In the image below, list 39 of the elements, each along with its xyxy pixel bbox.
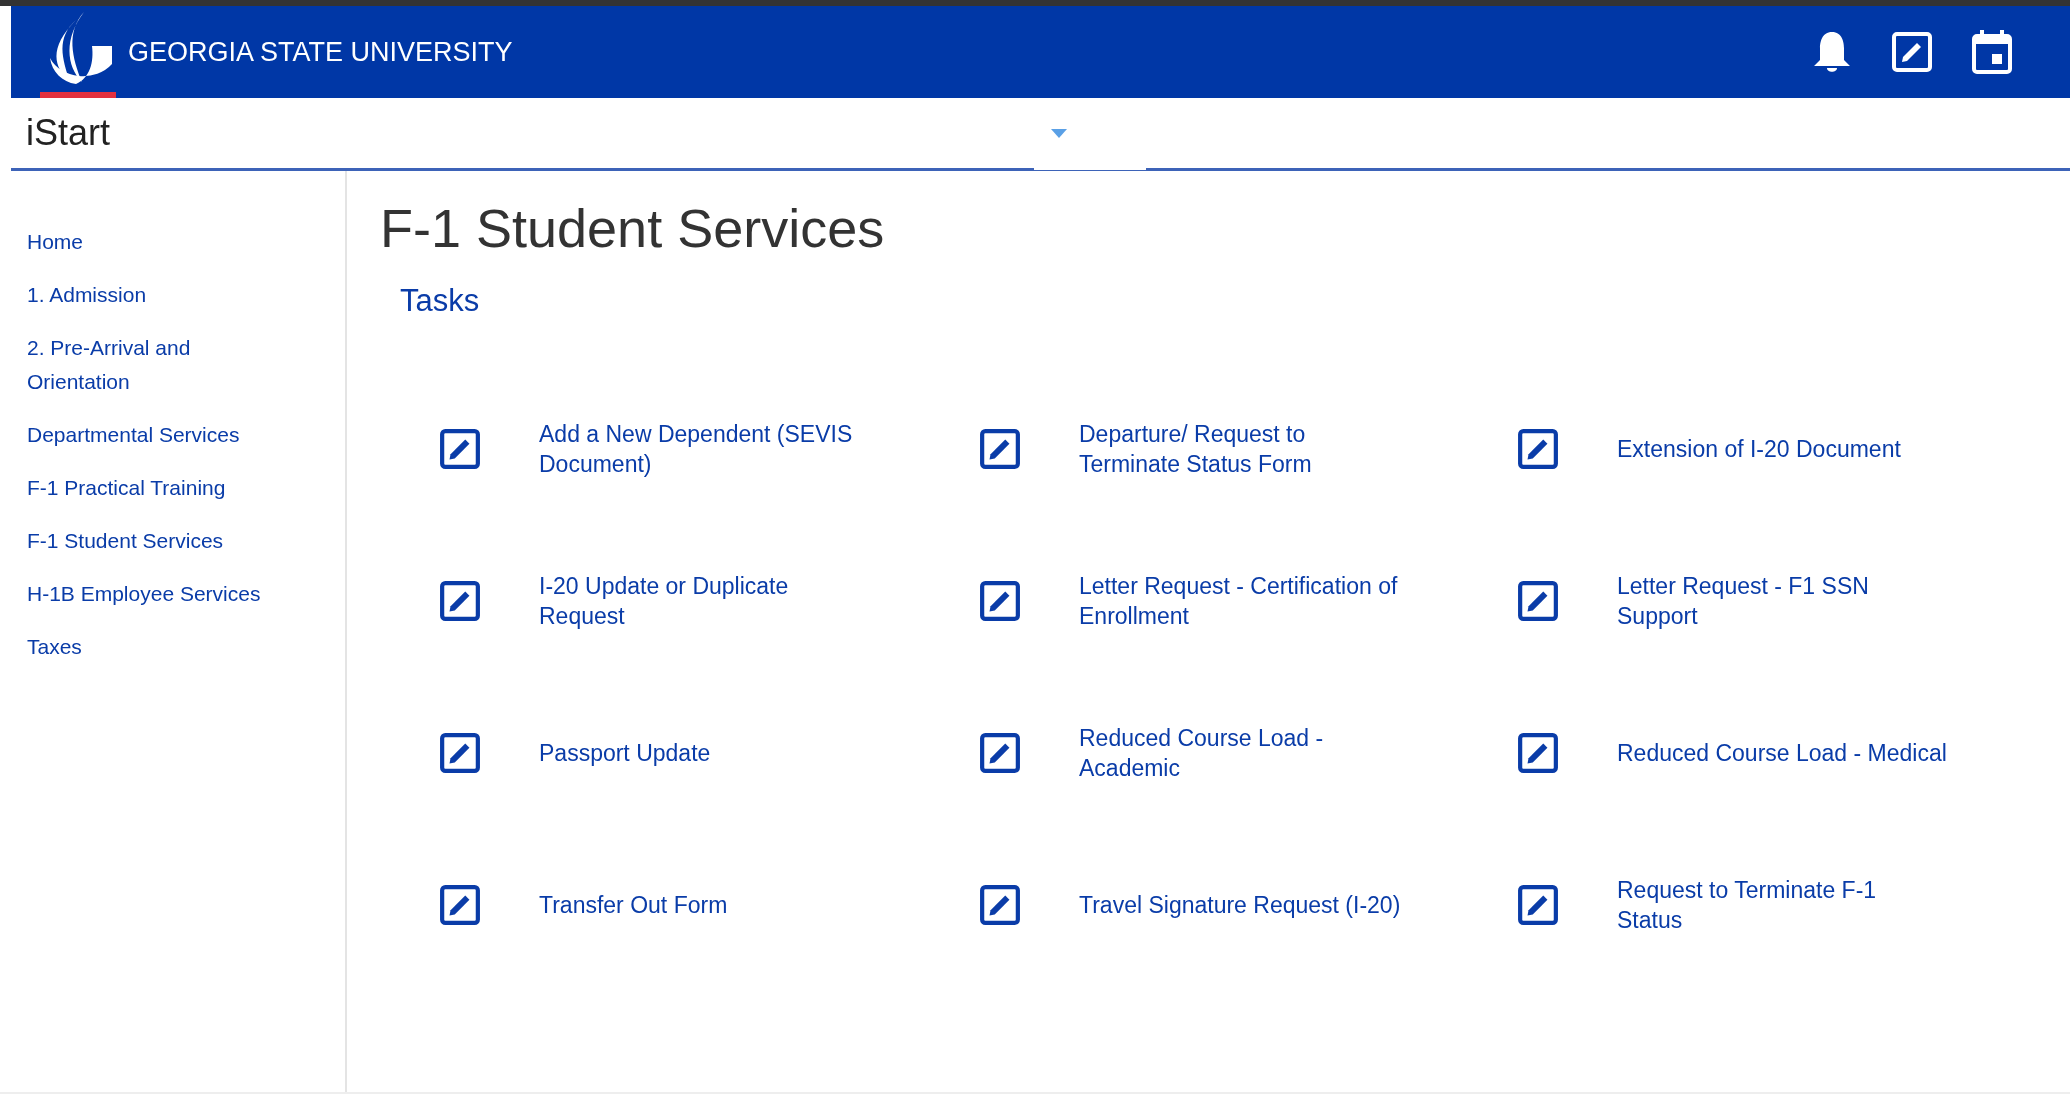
university-name[interactable]: GEORGIA STATE UNIVERSITY: [128, 36, 513, 68]
edit-icon[interactable]: [1517, 732, 1559, 774]
task-link[interactable]: Transfer Out Form: [539, 890, 869, 920]
task-link[interactable]: Letter Request - Certification of Enrollment: [1079, 571, 1409, 631]
sidebar-link[interactable]: 1. Admission: [27, 278, 287, 312]
edit-icon[interactable]: [439, 428, 481, 470]
task-link[interactable]: Reduced Course Load - Medical: [1617, 738, 1947, 768]
edit-icon[interactable]: [439, 884, 481, 926]
sidebar-link[interactable]: F-1 Practical Training: [27, 471, 287, 505]
task-link[interactable]: I-20 Update or Duplicate Request: [539, 571, 869, 631]
sidebar-link[interactable]: Taxes: [27, 630, 287, 664]
sidebar-link[interactable]: F-1 Student Services: [27, 524, 287, 558]
edit-icon[interactable]: [979, 428, 1021, 470]
section-heading: Tasks: [400, 283, 481, 319]
caret-icon: [1051, 128, 1067, 138]
edit-icon[interactable]: [979, 732, 1021, 774]
edit-icon[interactable]: [439, 580, 481, 622]
sidebar-link[interactable]: 2. Pre-Arrival and Orientation: [27, 331, 287, 399]
edit-icon[interactable]: [1517, 428, 1559, 470]
task-link[interactable]: Reduced Course Load - Academic: [1079, 723, 1409, 783]
sidebar-link[interactable]: Departmental Services: [27, 418, 287, 452]
sidebar-link[interactable]: H-1B Employee Services: [27, 577, 287, 611]
edit-icon[interactable]: [439, 732, 481, 774]
task-link[interactable]: Departure/ Request to Terminate Status Form: [1079, 419, 1409, 479]
calendar-icon[interactable]: [1972, 30, 2012, 74]
edit-icon[interactable]: [1517, 580, 1559, 622]
edit-icon[interactable]: [1517, 884, 1559, 926]
task-link[interactable]: Request to Terminate F-1 Status: [1617, 875, 1947, 935]
task-link[interactable]: Letter Request - F1 SSN Support: [1617, 571, 1947, 631]
app-title: iStart: [25, 112, 111, 154]
task-link[interactable]: Travel Signature Request (I-20): [1079, 890, 1409, 920]
edit-icon[interactable]: [979, 580, 1021, 622]
task-link[interactable]: Extension of I-20 Document: [1617, 434, 1947, 464]
task-link[interactable]: Passport Update: [539, 738, 869, 768]
sidebar-link[interactable]: Home: [27, 225, 287, 259]
task-link[interactable]: Add a New Dependent (SEVIS Document): [539, 419, 869, 479]
edit-icon[interactable]: [979, 884, 1021, 926]
page-title: F-1 Student Services: [380, 197, 886, 260]
bell-icon[interactable]: [1812, 30, 1852, 74]
